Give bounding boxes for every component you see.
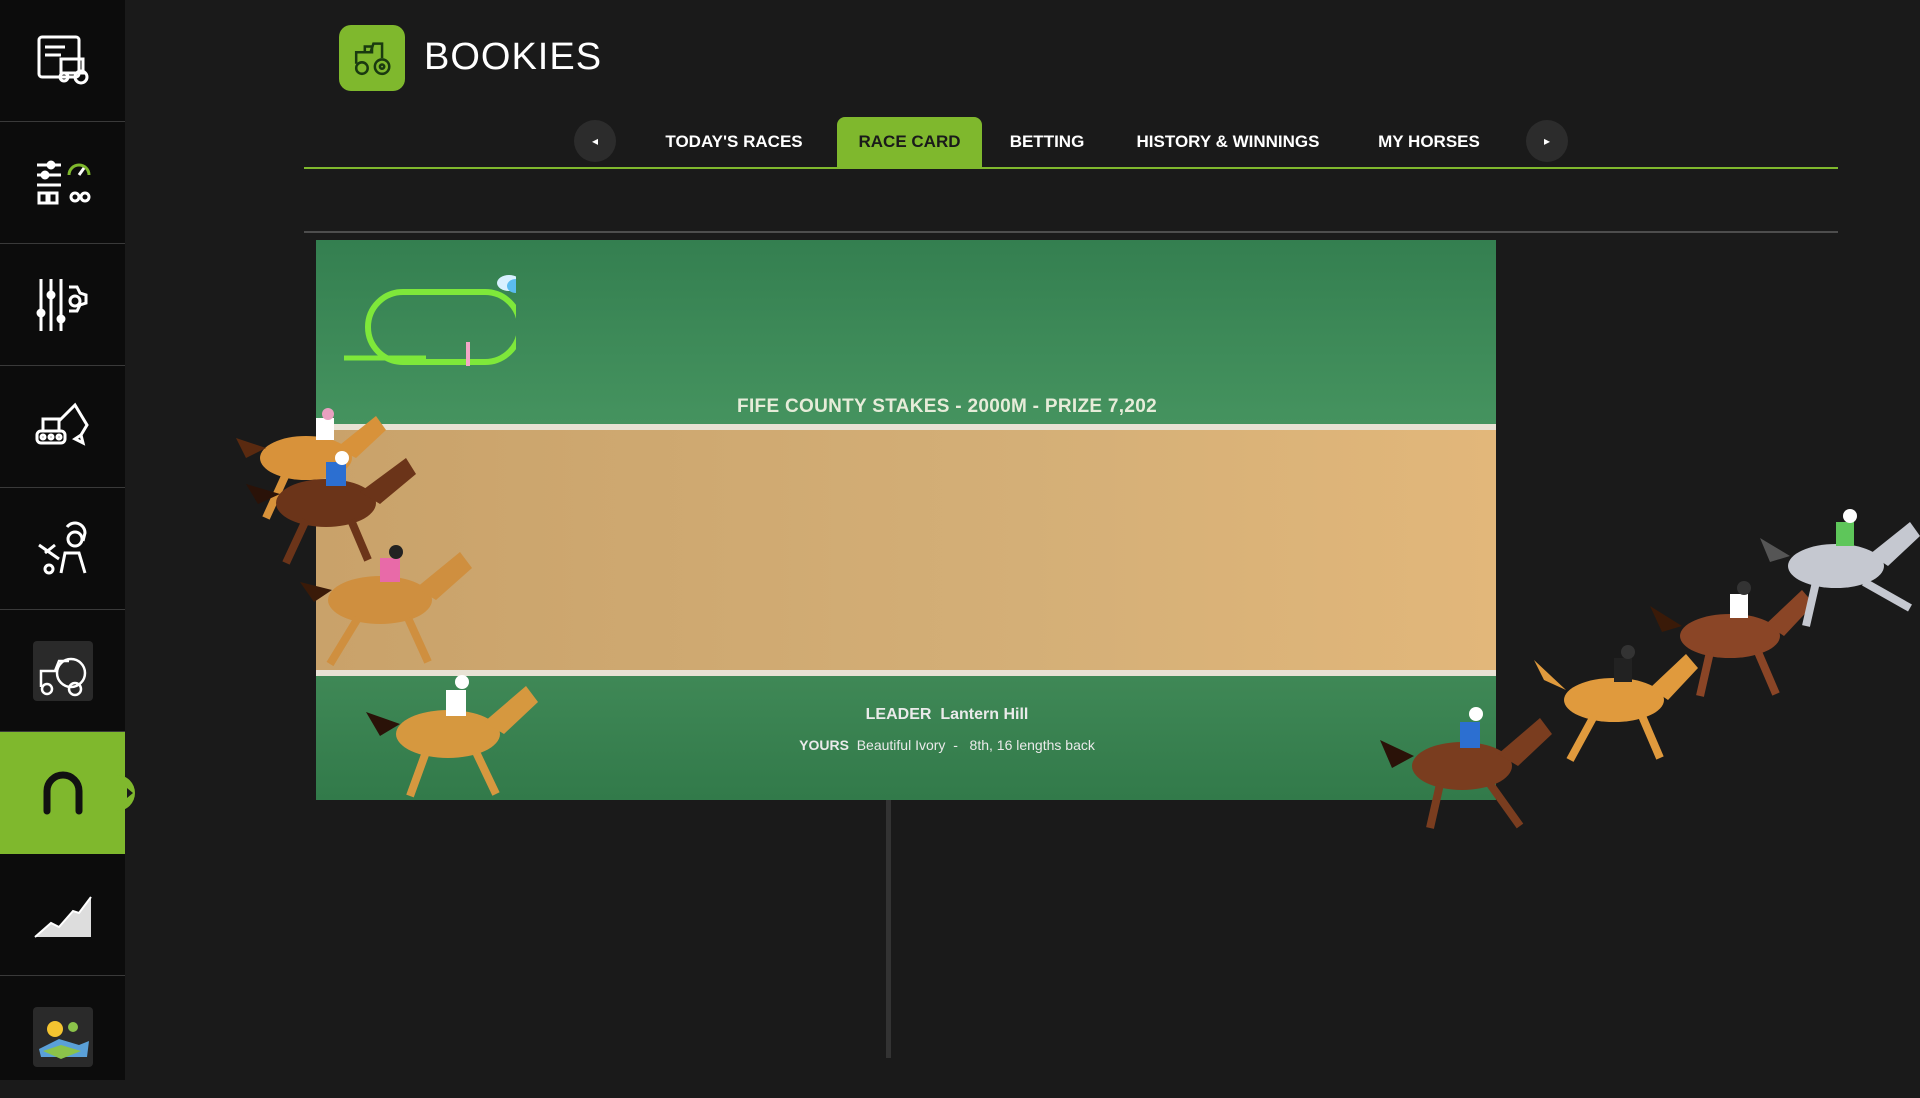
arrow-left-icon: ◂ <box>591 134 599 148</box>
yours-label: YOURS <box>799 737 849 753</box>
active-indicator-icon <box>127 788 133 798</box>
vehicle-card-icon <box>37 35 88 84</box>
horse-racer <box>1380 707 1552 829</box>
yours-horse-name: Beautiful Ivory <box>856 737 946 753</box>
gear-sliders-icon <box>36 278 87 331</box>
sidebar-item-machinery[interactable] <box>0 366 125 488</box>
sidebar <box>0 0 135 1080</box>
tabs-prev-button[interactable]: ◂ <box>574 120 616 162</box>
horse-racer <box>300 545 472 667</box>
tabs-next-button[interactable]: ▸ <box>1526 120 1568 162</box>
sidebar-item-gear[interactable] <box>0 244 125 366</box>
stats-chart-icon <box>33 895 92 938</box>
content-divider <box>304 231 1838 233</box>
horse-racer <box>366 675 538 798</box>
yours-status: 8th, 16 lengths back <box>969 737 1095 753</box>
tab-history-winnings[interactable]: HISTORY & WINNINGS <box>1128 117 1328 167</box>
sidebar-item-settings[interactable] <box>0 122 125 244</box>
panel-stand-pole <box>886 800 891 1058</box>
arrow-right-icon: ▸ <box>1543 134 1551 148</box>
landscape-icon <box>32 1007 93 1067</box>
settings-sliders-icon <box>36 160 90 204</box>
tab-todays-races[interactable]: TODAY'S RACES <box>654 117 814 167</box>
sidebar-item-bookies[interactable] <box>0 732 135 854</box>
tab-bar: ◂ TODAY'S RACES RACE CARD BETTING HISTOR… <box>304 115 1838 169</box>
dirt-track <box>316 430 1496 670</box>
tab-betting[interactable]: BETTING <box>1003 117 1091 167</box>
race-info-title: FIFE COUNTY STAKES - 2000M - PRIZE 7,202 <box>737 396 1157 417</box>
horse-racer <box>1760 509 1920 627</box>
sidebar-item-vehicles[interactable] <box>0 0 125 122</box>
tab-my-horses[interactable]: MY HORSES <box>1369 117 1489 167</box>
sidebar-item-statistics[interactable] <box>0 854 125 976</box>
sidebar-item-workers[interactable] <box>0 488 125 610</box>
horseshoe-icon <box>43 771 82 815</box>
worker-icon <box>37 521 87 574</box>
leader-name: Lantern Hill <box>940 706 1029 723</box>
app-title: BOOKIES <box>424 36 603 78</box>
excavator-icon <box>35 402 89 446</box>
tab-race-card[interactable]: RACE CARD <box>837 117 982 167</box>
app-logo <box>339 25 405 91</box>
sidebar-item-production[interactable] <box>0 610 125 732</box>
leader-label: LEADER <box>865 706 932 723</box>
tractor-icon <box>354 42 391 76</box>
track-minimap <box>344 275 516 366</box>
machinery-icon <box>32 640 93 701</box>
